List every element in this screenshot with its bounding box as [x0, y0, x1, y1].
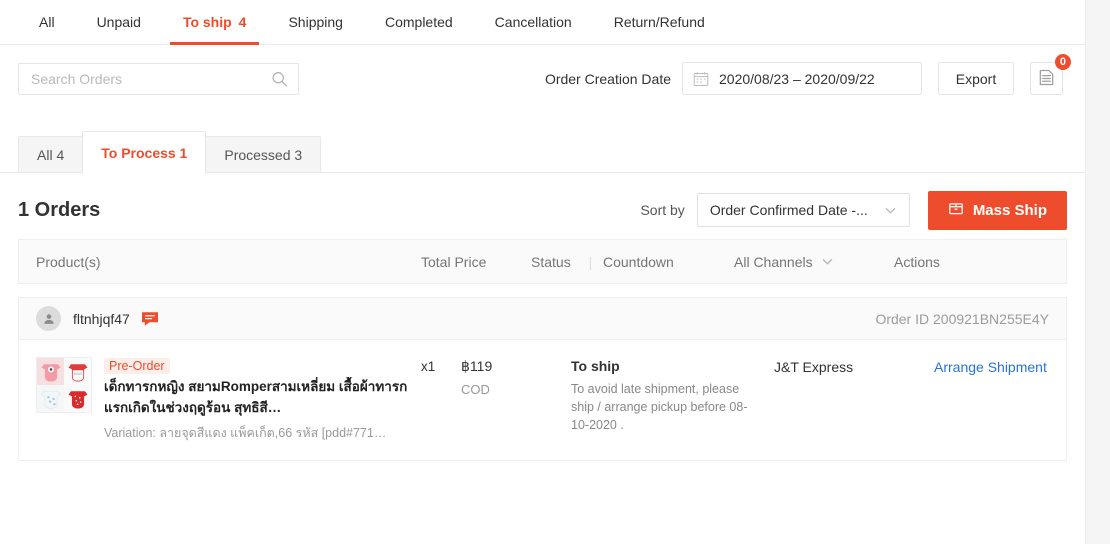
orders-table: Product(s) Total Price Status | Countdow… — [0, 239, 1085, 461]
product-thumbnail-collage[interactable] — [36, 357, 92, 413]
status-cell: To ship To avoid late shipment, please s… — [571, 357, 774, 434]
column-header-countdown: Countdown — [603, 253, 674, 270]
search-input[interactable] — [31, 70, 264, 87]
order-card-header: fltnhjqf47 Order ID 200921BN255E4Y — [19, 298, 1066, 340]
thumb-tile-3 — [37, 385, 64, 412]
status-title: To ship — [571, 358, 620, 374]
date-range-value: 2020/08/23 – 2020/09/22 — [719, 70, 875, 87]
subtab-all[interactable]: All 4 — [18, 136, 84, 172]
page-root: All Unpaid To ship 4 Shipping Completed … — [0, 0, 1110, 544]
chevron-down-icon — [884, 204, 897, 217]
tab-unpaid[interactable]: Unpaid — [76, 0, 162, 44]
subtab-processed[interactable]: Processed 3 — [205, 136, 322, 172]
column-header-channel-label: All Channels — [734, 253, 813, 270]
subtab-processed-label: Processed 3 — [224, 146, 303, 163]
tab-to-ship[interactable]: To ship 4 — [162, 0, 268, 45]
order-creation-date-label: Order Creation Date — [544, 70, 671, 87]
tab-shipping[interactable]: Shipping — [267, 0, 364, 44]
tab-return-refund[interactable]: Return/Refund — [593, 0, 726, 44]
calendar-icon — [693, 71, 709, 87]
actions-cell: Arrange Shipment — [934, 357, 1066, 375]
product-variation: Variation: ลายจุดสีแดง แพ็คเก็ต,66 รหัส … — [104, 425, 387, 440]
page-canvas: All Unpaid To ship 4 Shipping Completed … — [0, 0, 1085, 544]
column-header-separator: | — [588, 253, 593, 270]
export-history-wrapper: 0 — [1030, 53, 1072, 95]
order-status-tabs: All Unpaid To ship 4 Shipping Completed … — [0, 0, 1085, 45]
subtab-to-process-label: To Process 1 — [101, 144, 188, 161]
mass-ship-button[interactable]: Mass Ship — [927, 190, 1067, 230]
order-row: Pre-Order เด็กทารกหญิง สยามRomperสามเหลี… — [19, 340, 1066, 460]
tab-shipping-label: Shipping — [288, 14, 343, 30]
tab-all[interactable]: All — [18, 0, 76, 44]
shipping-channel: J&T Express — [774, 359, 854, 375]
thumb-tile-2 — [64, 358, 91, 385]
product-cell: Pre-Order เด็กทารกหญิง สยามRomperสามเหลี… — [19, 357, 421, 443]
column-header-products: Product(s) — [36, 253, 101, 270]
column-header-status: Status — [531, 253, 571, 270]
filter-bar: Order Creation Date 2020/08/23 – 2020/09… — [0, 45, 1085, 112]
order-creation-date-picker[interactable]: 2020/08/23 – 2020/09/22 — [682, 62, 922, 95]
column-header-total-price: Total Price — [421, 253, 487, 270]
tab-all-label: All — [39, 14, 55, 30]
status-description: To avoid late shipment, please ship / ar… — [571, 382, 748, 433]
tab-return-refund-label: Return/Refund — [613, 14, 705, 30]
tab-to-ship-label: To ship — [182, 14, 232, 30]
sort-by-select[interactable]: Order Confirmed Date -... — [696, 193, 910, 227]
box-icon — [948, 200, 964, 220]
orders-header: 1 Orders Sort by Order Confirmed Date -.… — [0, 181, 1085, 239]
tab-completed[interactable]: Completed — [364, 0, 474, 44]
subtab-all-label: All 4 — [37, 146, 65, 163]
tab-to-ship-count: 4 — [238, 14, 247, 30]
table-header-row: Product(s) Total Price Status | Countdow… — [18, 239, 1067, 284]
search-icon[interactable] — [271, 70, 288, 87]
tab-cancellation-label: Cancellation — [494, 14, 572, 30]
user-avatar-icon — [36, 306, 61, 331]
product-quantity: x1 — [421, 359, 436, 374]
sort-by-label: Sort by — [640, 202, 685, 218]
export-button[interactable]: Export — [938, 62, 1014, 95]
column-header-channel-filter[interactable]: All Channels — [734, 254, 894, 270]
pre-order-tag: Pre-Order — [104, 358, 170, 374]
chevron-down-icon — [821, 255, 834, 268]
product-name[interactable]: เด็กทารกหญิง สยามRomperสามเหลี่ยม เสื้อผ… — [104, 377, 413, 419]
arrange-shipment-link[interactable]: Arrange Shipment — [934, 359, 1047, 375]
chat-bubble-icon[interactable] — [141, 311, 159, 327]
tab-cancellation[interactable]: Cancellation — [474, 0, 593, 44]
payment-method: COD — [461, 382, 490, 397]
total-price-cell: ฿119 COD — [461, 357, 571, 397]
subtab-to-process[interactable]: To Process 1 — [82, 131, 207, 173]
export-history-badge: 0 — [1053, 53, 1072, 71]
thumb-tile-1 — [37, 358, 64, 385]
tab-completed-label: Completed — [384, 14, 453, 30]
order-id: Order ID 200921BN255E4Y — [875, 310, 1049, 327]
tab-unpaid-label: Unpaid — [96, 14, 141, 30]
process-subtabs: All 4 To Process 1 Processed 3 — [0, 131, 1085, 173]
orders-count-title: 1 Orders — [18, 198, 101, 221]
mass-ship-label: Mass Ship — [972, 201, 1047, 219]
right-gutter — [1085, 0, 1110, 544]
document-list-icon — [1037, 68, 1056, 90]
buyer-name[interactable]: fltnhjqf47 — [73, 311, 130, 327]
sort-by-value: Order Confirmed Date -... — [709, 202, 868, 218]
column-header-actions: Actions — [894, 253, 940, 270]
search-orders-box[interactable] — [18, 62, 299, 95]
product-info: Pre-Order เด็กทารกหญิง สยามRomperสามเหลี… — [104, 357, 413, 443]
total-price: ฿119 — [461, 358, 493, 374]
thumb-tile-4 — [64, 385, 91, 412]
order-card: fltnhjqf47 Order ID 200921BN255E4Y Pre-O… — [18, 297, 1067, 461]
